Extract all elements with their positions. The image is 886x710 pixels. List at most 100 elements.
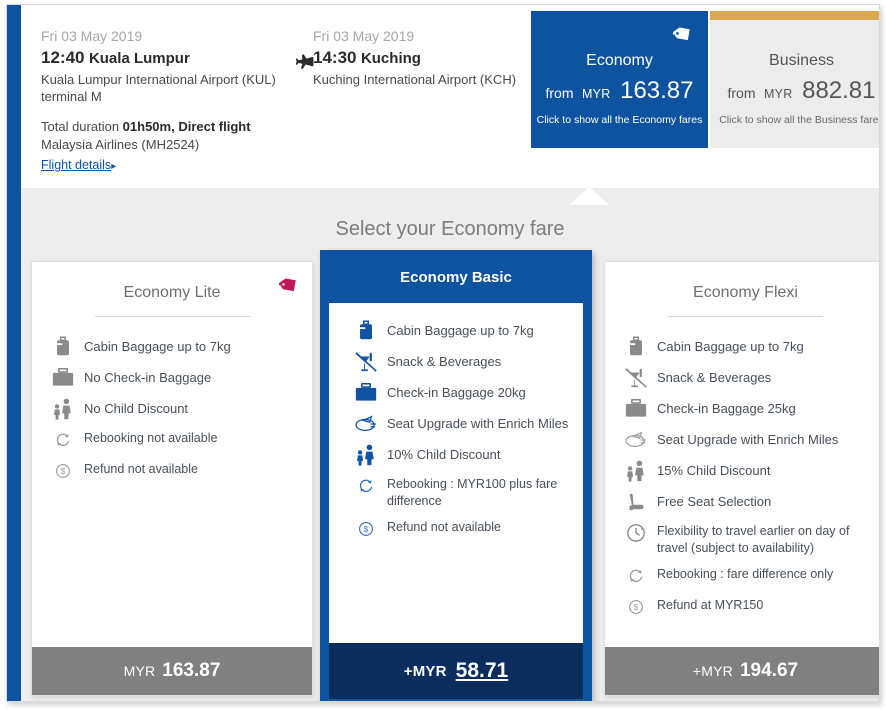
arrival-time-city: 14:30 Kuching: [313, 48, 528, 69]
feature-list-economy-basic: Cabin Baggage up to 7kg Snack & Beverage…: [329, 303, 583, 541]
checkin-baggage-icon: [48, 366, 78, 390]
airline-name: Malaysia Airlines (MH2524): [41, 137, 200, 152]
feature-item: 10% Child Discount: [329, 443, 583, 467]
feature-item: Snack & Beverages: [329, 350, 583, 374]
feature-list-economy-flexi: Cabin Baggage up to 7kg Snack & Beverage…: [605, 317, 879, 619]
flight-details-label: Flight details: [41, 158, 112, 172]
departure-date: Fri 03 May 2019: [41, 28, 143, 44]
flight-details-link[interactable]: Flight details▸: [41, 156, 116, 176]
price-amount: 163.87: [162, 660, 221, 681]
child-discount-icon: [351, 443, 381, 467]
refund-icon: $: [351, 517, 381, 541]
checkin-baggage-icon: [621, 397, 651, 421]
feature-item: Cabin Baggage up to 7kg: [605, 335, 879, 359]
feature-item: Cabin Baggage up to 7kg: [329, 319, 583, 343]
amount-economy: 163.87: [620, 77, 694, 104]
feature-label: 10% Child Discount: [387, 447, 501, 462]
departure-time: 12:40: [41, 48, 85, 67]
rebooking-icon: [621, 564, 651, 588]
svg-text:$: $: [61, 467, 66, 476]
feature-label: Refund at MYR150: [657, 598, 764, 612]
feature-item: Cabin Baggage up to 7kg: [32, 335, 312, 359]
feature-item: Check-in Baggage 25kg: [605, 397, 879, 421]
departure-airport: Kuala Lumpur International Airport (KUL): [41, 72, 276, 87]
checkin-baggage-icon: [351, 381, 381, 405]
from-label-economy: from: [545, 85, 574, 101]
price-currency: +MYR: [692, 663, 733, 679]
selected-accent-bar: [7, 5, 21, 701]
feature-item: Rebooking not available: [32, 428, 312, 452]
departure-city: Kuala Lumpur: [88, 50, 190, 67]
child-discount-icon: [48, 397, 78, 421]
feature-label: Free Seat Selection: [657, 494, 772, 509]
cabin-hint-business: Click to show all the Business fares: [719, 114, 880, 126]
currency-economy: MYR: [581, 87, 611, 101]
feature-item: Snack & Beverages: [605, 366, 879, 390]
feature-item: Seat Upgrade with Enrich Miles: [605, 428, 879, 452]
cabin-tab-business[interactable]: Business from MYR 882.81 Click to show a…: [710, 11, 880, 148]
fare-name-economy-lite: Economy Lite: [123, 284, 221, 301]
departure-time-city: 12:40 Kuala Lumpur: [41, 48, 296, 69]
cabin-name-business: Business: [769, 52, 834, 69]
price-currency: MYR: [123, 663, 156, 679]
fare-card-economy-lite[interactable]: Economy Lite Cabin Baggage up to 7kg No …: [31, 261, 313, 696]
svg-text:$: $: [364, 525, 369, 534]
cabin-name-economy: Economy: [586, 52, 653, 69]
feature-item: No Check-in Baggage: [32, 366, 312, 390]
chevron-right-icon: ▸: [111, 161, 117, 172]
duration-value: 01h50m, Direct flight: [122, 119, 251, 134]
cabin-baggage-icon: [621, 335, 651, 359]
refund-icon: $: [48, 459, 78, 483]
feature-label: Rebooking : fare difference only: [657, 567, 834, 581]
feature-list-economy-lite: Cabin Baggage up to 7kg No Check-in Bagg…: [32, 317, 312, 483]
feature-item: Check-in Baggage 20kg: [329, 381, 583, 405]
feature-label: Check-in Baggage 25kg: [657, 401, 796, 416]
select-fare-button-economy-lite[interactable]: MYR 163.87: [32, 647, 312, 695]
arrival-date: Fri 03 May 2019: [313, 28, 415, 44]
fare-name-economy-flexi: Economy Flexi: [693, 284, 798, 301]
duration-prefix: Total duration: [41, 119, 123, 134]
feature-label: No Check-in Baggage: [84, 370, 212, 385]
svg-text:$: $: [634, 603, 639, 612]
fare-selection-panel: Select your Economy fare Economy Lite Ca…: [21, 187, 879, 701]
airplane-icon: [293, 53, 315, 75]
select-fare-button-economy-basic[interactable]: +MYR 58.71: [329, 643, 583, 699]
feature-label: Flexibility to travel earlier on day of …: [657, 524, 850, 555]
snack-beverages-icon: [351, 350, 381, 374]
price-currency: +MYR: [403, 662, 447, 680]
feature-label: Refund not available: [84, 462, 198, 476]
price-tag-icon: [672, 23, 694, 45]
seat-upgrade-icon: [621, 428, 651, 452]
feature-item: $ Refund not available: [329, 517, 583, 541]
price-tag-icon: [278, 274, 300, 296]
rebooking-icon: [351, 474, 381, 498]
total-duration: Total duration 01h50m, Direct flight: [41, 118, 251, 136]
feature-panel-economy-basic: Cabin Baggage up to 7kg Snack & Beverage…: [329, 303, 583, 647]
seat-upgrade-icon: [351, 412, 381, 436]
cabin-price-business: from MYR 882.81: [710, 77, 879, 105]
flight-summary: Fri 03 May 2019 12:40 Kuala Lumpur Kuala…: [21, 5, 879, 188]
arrival-airport: Kuching International Airport (KCH): [313, 72, 517, 87]
fare-card-economy-flexi[interactable]: Economy Flexi Cabin Baggage up to 7kg Sn…: [604, 261, 879, 696]
snack-beverages-icon: [621, 366, 651, 390]
cabin-baggage-icon: [351, 319, 381, 343]
select-fare-button-economy-flexi[interactable]: +MYR 194.67: [605, 647, 879, 695]
clock-icon: [621, 521, 651, 545]
feature-label: No Child Discount: [84, 401, 189, 416]
fare-card-economy-basic[interactable]: Economy Basic Cabin Baggage up to 7kg Sn…: [320, 250, 592, 701]
feature-label: 15% Child Discount: [657, 463, 771, 478]
feature-label: Snack & Beverages: [387, 354, 502, 369]
feature-label: Rebooking : MYR100 plus fare difference: [387, 477, 558, 508]
feature-label: Snack & Beverages: [657, 370, 772, 385]
cabin-tab-economy[interactable]: Economy from MYR 163.87 Click to show al…: [531, 11, 708, 148]
feature-item: Rebooking : fare difference only: [605, 564, 879, 588]
feature-item: $ Refund at MYR150: [605, 595, 879, 619]
feature-label: Seat Upgrade with Enrich Miles: [657, 432, 839, 447]
panel-title: Select your Economy fare: [335, 218, 565, 240]
child-discount-icon: [621, 459, 651, 483]
feature-item: Rebooking : MYR100 plus fare difference: [329, 474, 583, 510]
feature-label: Cabin Baggage up to 7kg: [657, 339, 804, 354]
feature-item: $ Refund not available: [32, 459, 312, 483]
feature-item: Seat Upgrade with Enrich Miles: [329, 412, 583, 436]
feature-label: Check-in Baggage 20kg: [387, 385, 526, 400]
